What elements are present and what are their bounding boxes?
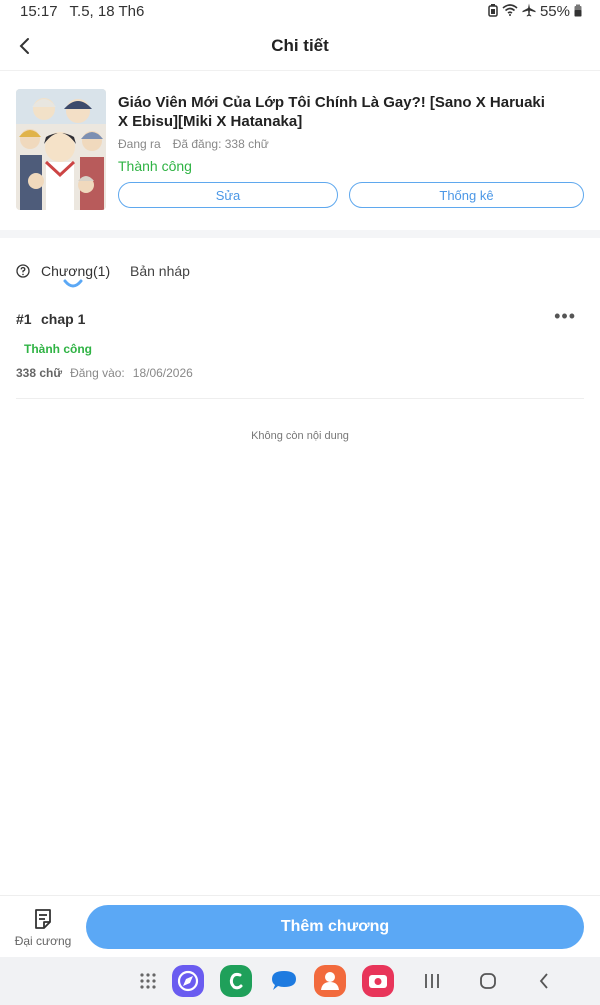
app-header: Chi tiết <box>0 24 600 70</box>
chapter-status: Thành công <box>24 342 92 356</box>
cover-image[interactable] <box>16 89 106 210</box>
outline-button[interactable]: Đại cương <box>10 906 76 952</box>
chapter-posted-label: Đăng vào: <box>70 366 125 380</box>
outline-label: Đại cương <box>14 934 72 948</box>
app-drawer-icon[interactable] <box>132 965 164 997</box>
add-chapter-button[interactable]: Thêm chương <box>86 905 584 949</box>
recents-icon[interactable] <box>416 965 448 997</box>
camera-app-icon[interactable] <box>362 965 394 997</box>
page-title: Chi tiết <box>271 36 329 55</box>
contacts-app-icon[interactable] <box>314 965 346 997</box>
battery-percent: 55% <box>539 3 570 20</box>
airplane-mode-icon <box>522 3 536 20</box>
chapter-meta: 338 chữ Đăng vào: 18/06/2026 <box>16 366 193 380</box>
novel-state: Đang ra <box>118 137 161 151</box>
tab-bar: Chương(1) Bản nháp <box>0 258 600 298</box>
active-tab-indicator <box>63 279 83 288</box>
battery-icon <box>574 4 582 20</box>
bottom-action-bar: Đại cương Thêm chương <box>0 895 600 958</box>
wifi-icon <box>502 4 518 19</box>
tab-chapters[interactable]: Chương(1) <box>41 263 110 279</box>
chapter-word-count: 338 chữ <box>16 366 63 380</box>
chapter-number: #1 <box>16 311 32 327</box>
messages-app-icon[interactable] <box>268 965 300 997</box>
novel-summary: Giáo Viên Mới Của Lớp Tôi Chính Là Gay?!… <box>0 70 600 231</box>
system-nav-bar <box>0 957 600 1005</box>
chapter-date: 18/06/2026 <box>132 366 193 380</box>
status-time: 15:17 <box>20 3 58 20</box>
statistics-button[interactable]: Thống kê <box>349 182 584 208</box>
edit-button[interactable]: Sửa <box>118 182 338 208</box>
section-divider <box>0 230 600 238</box>
status-bar: 15:17 T.5, 18 Th6 55% <box>0 0 600 24</box>
browser-app-icon[interactable] <box>172 965 204 997</box>
novel-meta: Đang ra Đã đăng: 338 chữ <box>118 137 269 151</box>
status-date: T.5, 18 Th6 <box>69 3 145 20</box>
chapter-title: chap 1 <box>41 311 86 327</box>
help-icon[interactable] <box>16 264 30 278</box>
phone-app-icon[interactable] <box>220 965 252 997</box>
more-options-icon[interactable]: ••• <box>554 306 576 327</box>
chapter-row[interactable]: #1 chap 1 ••• Thành công 338 chữ Đăng và… <box>16 306 584 399</box>
end-of-list-text: Không còn nội dung <box>251 430 349 442</box>
outline-icon <box>35 909 51 929</box>
novel-title: Giáo Viên Mới Của Lớp Tôi Chính Là Gay?!… <box>118 94 545 130</box>
system-back-icon[interactable] <box>528 965 560 997</box>
tab-drafts[interactable]: Bản nháp <box>130 263 190 279</box>
home-icon[interactable] <box>472 965 504 997</box>
novel-status: Thành công <box>118 158 192 174</box>
novel-posted-count: Đã đăng: 338 chữ <box>172 137 269 151</box>
battery-saver-icon <box>488 3 498 20</box>
